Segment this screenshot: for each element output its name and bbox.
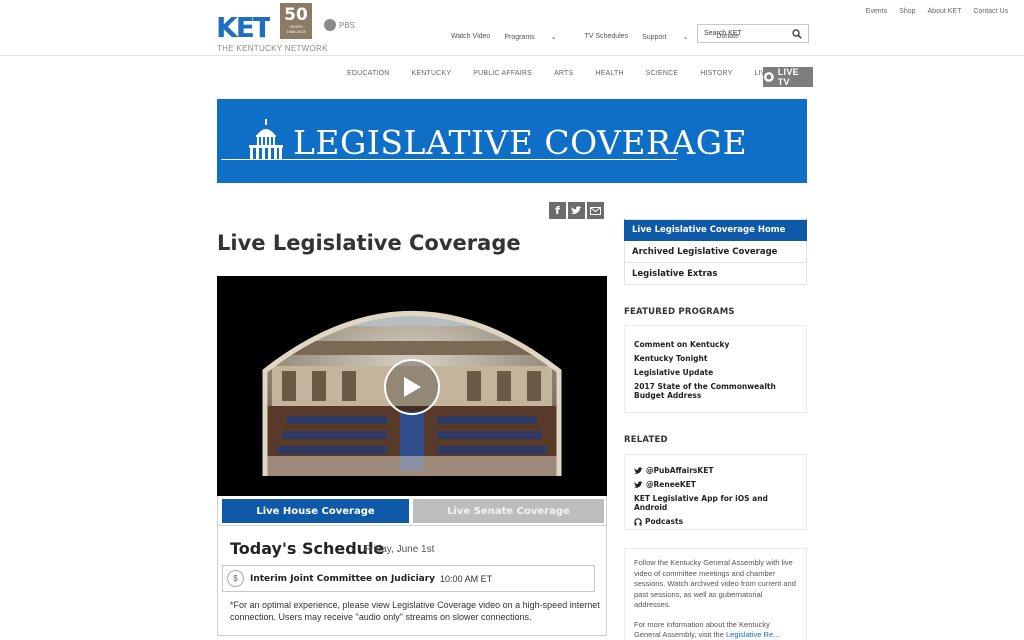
related-link-app[interactable]: KET Legislative App for iOS and Android bbox=[634, 494, 797, 512]
tab-live-house[interactable]: Live House Coverage bbox=[222, 499, 409, 523]
logo-subtitle: THE KENTUCKY NETWORK bbox=[217, 44, 328, 53]
more-info-text: For more information about the Kentucky … bbox=[634, 619, 780, 640]
chevron-down-icon: ⌄ bbox=[548, 34, 557, 41]
related-link-pubaffairs[interactable]: @PubAffairsKET bbox=[634, 466, 797, 475]
anniversary-badge: 50 YEARS 1968-2018 bbox=[280, 3, 312, 39]
share-bar: f bbox=[549, 202, 604, 219]
banner-rule bbox=[221, 159, 677, 160]
util-link-events[interactable]: Events bbox=[866, 8, 887, 15]
cat-arts[interactable]: ARTS bbox=[554, 70, 573, 77]
nav-support[interactable]: Support ⌄ bbox=[642, 33, 702, 41]
util-link-contact[interactable]: Contact Us bbox=[973, 8, 1008, 15]
category-nav: EDUCATION KENTUCKY PUBLIC AFFAIRS ARTS H… bbox=[347, 70, 801, 77]
page-title: Live Legislative Coverage bbox=[217, 231, 521, 255]
cat-history[interactable]: HISTORY bbox=[700, 70, 732, 77]
play-button[interactable] bbox=[384, 359, 440, 415]
schedule-heading: Today's Schedule bbox=[230, 539, 385, 558]
search-placeholder: Search KET bbox=[704, 30, 742, 37]
headphones-icon bbox=[634, 517, 642, 525]
nav-programs[interactable]: Programs ⌄ bbox=[504, 33, 570, 41]
schedule-panel: Today's Schedule Friday, June 1st $ Inte… bbox=[217, 526, 607, 636]
legislative-research-link[interactable]: Legislative Re... bbox=[726, 630, 779, 639]
util-link-about[interactable]: About KET bbox=[928, 8, 962, 15]
featured-heading: FEATURED PROGRAMS bbox=[624, 307, 735, 317]
facebook-icon[interactable]: f bbox=[549, 202, 566, 219]
tv-icon bbox=[763, 72, 774, 82]
twitter-icon bbox=[634, 480, 643, 488]
schedule-item-name: Interim Joint Committee on Judiciary bbox=[250, 573, 436, 584]
featured-link[interactable]: Comment on Kentucky bbox=[634, 340, 797, 349]
about-box: Follow the Kentucky General Assembly wit… bbox=[624, 548, 807, 640]
util-link-shop[interactable]: Shop bbox=[899, 8, 915, 15]
live-tv-button[interactable]: LIVE TV bbox=[763, 67, 813, 87]
dollar-icon: $ bbox=[227, 570, 244, 587]
connection-note: *For an optimal experience, please view … bbox=[230, 600, 600, 622]
nav-tv-schedules[interactable]: TV Schedules bbox=[584, 33, 628, 41]
featured-link[interactable]: 2017 State of the Commonwealth Budget Ad… bbox=[634, 382, 797, 400]
nav-watch-video[interactable]: Watch Video bbox=[451, 33, 490, 41]
chevron-down-icon: ⌄ bbox=[680, 34, 689, 41]
coverage-tabs: Live House Coverage Live Senate Coverage bbox=[217, 496, 607, 526]
ket-logo[interactable]: KET bbox=[216, 11, 270, 41]
cat-education[interactable]: EDUCATION bbox=[347, 70, 390, 77]
featured-programs-box: Comment on Kentucky Kentucky Tonight Leg… bbox=[624, 325, 807, 413]
cat-science[interactable]: SCIENCE bbox=[646, 70, 679, 77]
sidebar-item-extras[interactable]: Legislative Extras bbox=[624, 263, 807, 285]
schedule-date: Friday, June 1st bbox=[364, 544, 435, 555]
banner-title: LEGISLATIVE COVERAGE bbox=[293, 123, 748, 162]
utility-nav: Events Shop About KET Contact Us bbox=[854, 8, 1008, 15]
tab-live-senate[interactable]: Live Senate Coverage bbox=[413, 499, 604, 523]
sidebar-item-home[interactable]: Live Legislative Coverage Home bbox=[624, 219, 807, 241]
related-heading: RELATED bbox=[624, 435, 668, 445]
related-link-podcasts[interactable]: Podcasts bbox=[634, 517, 797, 526]
site-header: KET THE KENTUCKY NETWORK 50 YEARS 1968-2… bbox=[0, 0, 1024, 56]
schedule-item[interactable]: $ Interim Joint Committee on Judiciary 1… bbox=[222, 565, 595, 592]
svg-text:KET: KET bbox=[216, 11, 270, 41]
sidebar-item-archived[interactable]: Archived Legislative Coverage bbox=[624, 241, 807, 263]
legislative-banner: LEGISLATIVE COVERAGE bbox=[217, 99, 807, 183]
cat-health[interactable]: HEALTH bbox=[595, 70, 623, 77]
sidebar-nav: Live Legislative Coverage Home Archived … bbox=[624, 219, 807, 285]
featured-link[interactable]: Kentucky Tonight bbox=[634, 354, 797, 363]
twitter-icon bbox=[634, 466, 643, 474]
cat-public-affairs[interactable]: PUBLIC AFFAIRS bbox=[473, 70, 532, 77]
email-icon[interactable] bbox=[587, 202, 604, 219]
capitol-icon bbox=[249, 119, 283, 159]
schedule-item-time: 10:00 AM ET bbox=[440, 573, 493, 584]
about-text: Follow the Kentucky General Assembly wit… bbox=[634, 558, 796, 609]
related-box: @PubAffairsKET @ReneeKET KET Legislative… bbox=[624, 454, 807, 530]
pbs-logo[interactable]: PBS bbox=[324, 19, 355, 31]
play-icon bbox=[404, 377, 421, 397]
featured-link[interactable]: Legislative Update bbox=[634, 368, 797, 377]
pbs-icon bbox=[324, 19, 336, 31]
search-icon[interactable] bbox=[792, 28, 802, 39]
search-input[interactable]: Search KET bbox=[697, 24, 809, 43]
twitter-icon[interactable] bbox=[568, 202, 585, 219]
related-link-renee[interactable]: @ReneeKET bbox=[634, 480, 797, 489]
cat-kentucky[interactable]: KENTUCKY bbox=[412, 70, 452, 77]
